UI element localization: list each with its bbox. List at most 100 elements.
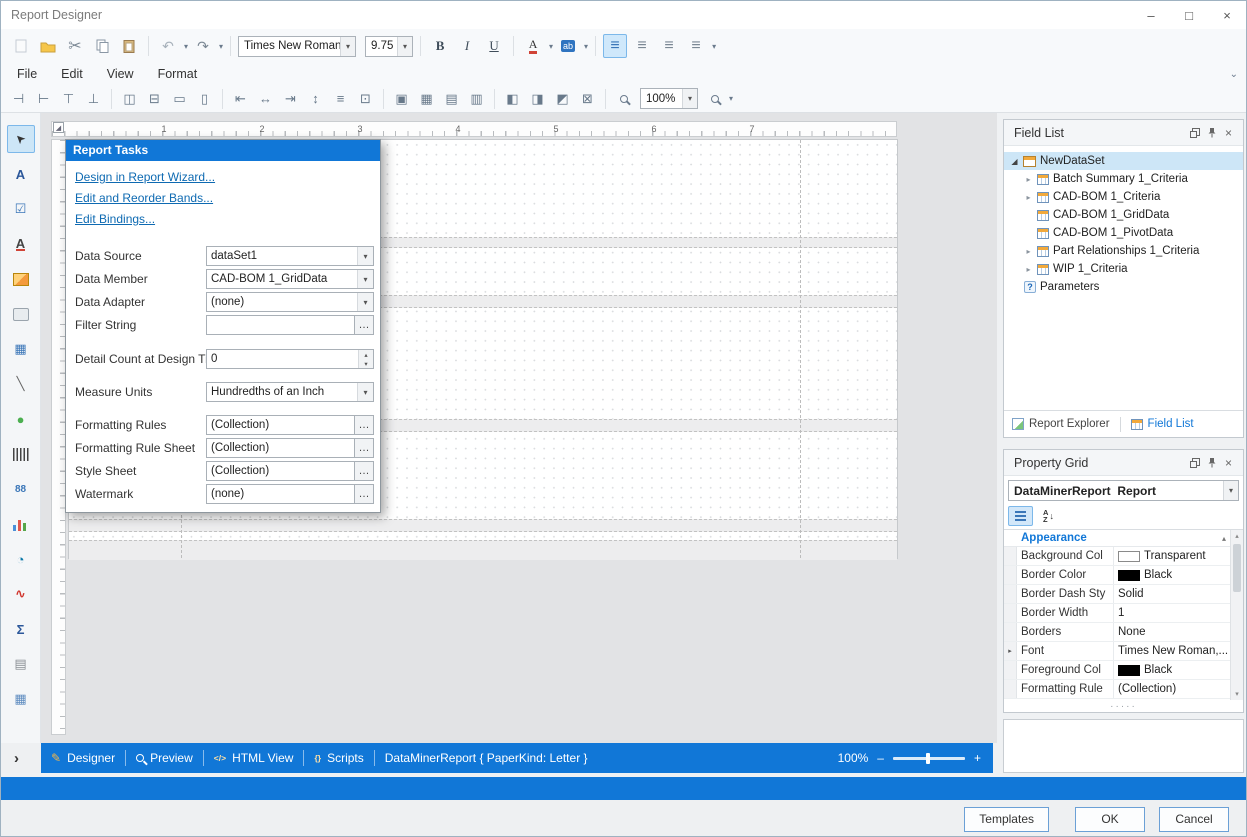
increase-horizontal-spacing-button[interactable]: ↔: [254, 88, 277, 110]
page-info-tool[interactable]: ▤: [7, 650, 35, 678]
formatting-rules-input[interactable]: (Collection)…: [206, 415, 374, 435]
pointer-tool[interactable]: ➤: [7, 125, 35, 153]
tab-field-list[interactable]: Field List: [1131, 418, 1194, 430]
redo-dropdown-icon[interactable]: ▾: [219, 42, 223, 51]
dropdown-arrow-icon[interactable]: ▾: [357, 383, 373, 401]
ellipsis-button[interactable]: …: [354, 439, 373, 457]
property-row-font[interactable]: ▸FontTimes New Roman,...: [1004, 642, 1230, 661]
spinner-buttons[interactable]: ▴▾: [358, 350, 373, 368]
copy-button[interactable]: [90, 34, 114, 58]
gauge-tool[interactable]: ◔: [7, 545, 35, 573]
center-horizontally-button[interactable]: ▣: [390, 88, 413, 110]
table-tool[interactable]: ▦: [7, 335, 35, 363]
bottom-margin-band[interactable]: [69, 540, 897, 560]
property-row[interactable]: Background ColTransparent: [1004, 547, 1230, 566]
new-report-button[interactable]: [9, 34, 33, 58]
close-panel-icon[interactable]: ×: [1220, 454, 1237, 471]
categorized-view-button[interactable]: [1008, 506, 1033, 526]
cancel-button[interactable]: Cancel: [1159, 807, 1229, 832]
equal-vertical-spacing-button[interactable]: ↕: [304, 88, 327, 110]
tree-node-parameters[interactable]: ? Parameters: [1004, 278, 1243, 296]
tab-preview[interactable]: Preview: [126, 743, 203, 773]
templates-button[interactable]: Templates: [964, 807, 1049, 832]
pin-panel-icon[interactable]: [1203, 124, 1220, 141]
align-bottom-edges-button[interactable]: ⊥: [82, 88, 105, 110]
panel-tool[interactable]: [7, 300, 35, 328]
dropdown-arrow-icon[interactable]: ▾: [1223, 481, 1238, 500]
tree-node[interactable]: ▸ Batch Summary 1_Criteria: [1004, 170, 1243, 188]
ellipsis-button[interactable]: …: [354, 462, 373, 480]
zoom-slider[interactable]: [893, 757, 965, 760]
highlight-dropdown-icon[interactable]: ▾: [584, 42, 588, 51]
align-top-edges-button[interactable]: ⊤: [57, 88, 80, 110]
align-to-grid-button[interactable]: ▤: [440, 88, 463, 110]
tree-node[interactable]: ▸ Part Relationships 1_Criteria: [1004, 242, 1243, 260]
tab-scripts[interactable]: {} Scripts: [304, 743, 373, 773]
menu-view[interactable]: View: [107, 67, 134, 81]
panel-resize-grip[interactable]: ·····: [1004, 700, 1243, 712]
align-center-button[interactable]: ≡: [630, 34, 654, 58]
design-in-report-wizard-link[interactable]: Design in Report Wizard...: [75, 170, 215, 184]
pin-panel-icon[interactable]: [1203, 454, 1220, 471]
dropdown-arrow-icon[interactable]: ▾: [357, 270, 373, 288]
equal-horizontal-spacing-button[interactable]: ⇤: [229, 88, 252, 110]
picture-box-tool[interactable]: [7, 265, 35, 293]
bold-button[interactable]: B: [428, 34, 452, 58]
richtext-tool[interactable]: A: [7, 230, 35, 258]
zoom-in-button[interactable]: [703, 88, 726, 110]
center-vertically-button[interactable]: ▦: [415, 88, 438, 110]
line-tool[interactable]: ╲: [7, 370, 35, 398]
ellipsis-button[interactable]: …: [354, 316, 373, 334]
edit-bindings-link[interactable]: Edit Bindings...: [75, 212, 155, 226]
minimize-button[interactable]: –: [1132, 1, 1170, 29]
zoom-slider-thumb[interactable]: [926, 753, 930, 764]
undo-button[interactable]: ↶: [156, 34, 180, 58]
decrease-horizontal-spacing-button[interactable]: ⇥: [279, 88, 302, 110]
design-surface[interactable]: ◢ 1234567 Report Tasks Design in Report …: [41, 113, 997, 743]
alignment-dropdown-icon[interactable]: ▾: [712, 42, 716, 51]
tree-collapsed-icon[interactable]: ▸: [1024, 265, 1033, 274]
menu-format[interactable]: Format: [158, 67, 198, 81]
tab-report-explorer[interactable]: Report Explorer: [1012, 418, 1110, 430]
property-row[interactable]: BordersNone: [1004, 623, 1230, 642]
zoom-dropdown-icon[interactable]: ▾: [729, 94, 733, 103]
align-left-edges-button[interactable]: ⊣: [7, 88, 30, 110]
align-right-edges-button[interactable]: ⊢: [32, 88, 55, 110]
zoom-plus-button[interactable]: +: [974, 751, 981, 765]
scrollbar-thumb[interactable]: [1233, 544, 1241, 592]
justify-button[interactable]: ≡: [684, 34, 708, 58]
open-report-button[interactable]: [36, 34, 60, 58]
dropdown-arrow-icon[interactable]: ▾: [340, 37, 355, 56]
italic-button[interactable]: I: [455, 34, 479, 58]
move-backward-button[interactable]: ⊠: [576, 88, 599, 110]
scroll-down-icon[interactable]: ▾: [1231, 688, 1243, 700]
menu-file[interactable]: File: [17, 67, 37, 81]
undo-dropdown-icon[interactable]: ▾: [184, 42, 188, 51]
chart-tool[interactable]: [7, 510, 35, 538]
restore-panel-icon[interactable]: [1186, 124, 1203, 141]
ellipsis-button[interactable]: …: [354, 416, 373, 434]
barcode-tool[interactable]: [7, 440, 35, 468]
make-same-width-button[interactable]: ◫: [118, 88, 141, 110]
snap-to-grid-button[interactable]: ▥: [465, 88, 488, 110]
tab-html-view[interactable]: </> HTML View: [204, 743, 304, 773]
collapse-category-icon[interactable]: ▴: [1222, 534, 1226, 543]
sparkline-tool[interactable]: ∿: [7, 580, 35, 608]
paste-button[interactable]: [117, 34, 141, 58]
checkbox-tool[interactable]: ☑: [7, 195, 35, 223]
property-row[interactable]: Border ColorBlack: [1004, 566, 1230, 585]
zoom-combo[interactable]: 100% ▾: [640, 88, 698, 109]
move-forward-button[interactable]: ◩: [551, 88, 574, 110]
font-color-button[interactable]: A: [521, 34, 545, 58]
font-size-combo[interactable]: 9.75 ▾: [365, 36, 413, 57]
scroll-up-icon[interactable]: ▴: [1231, 530, 1243, 542]
close-button[interactable]: ×: [1208, 1, 1246, 29]
property-row[interactable]: Formatting Rule(Collection): [1004, 680, 1230, 699]
data-member-dropdown[interactable]: CAD-BOM 1_GridData▾: [206, 269, 374, 289]
property-row[interactable]: Border Width1: [1004, 604, 1230, 623]
tree-node[interactable]: CAD-BOM 1_PivotData: [1004, 224, 1243, 242]
tree-node[interactable]: ▸ CAD-BOM 1_Criteria: [1004, 188, 1243, 206]
band-separator[interactable]: [69, 519, 897, 532]
property-grid-scrollbar[interactable]: ▴ ▾: [1230, 530, 1243, 700]
maximize-button[interactable]: □: [1170, 1, 1208, 29]
